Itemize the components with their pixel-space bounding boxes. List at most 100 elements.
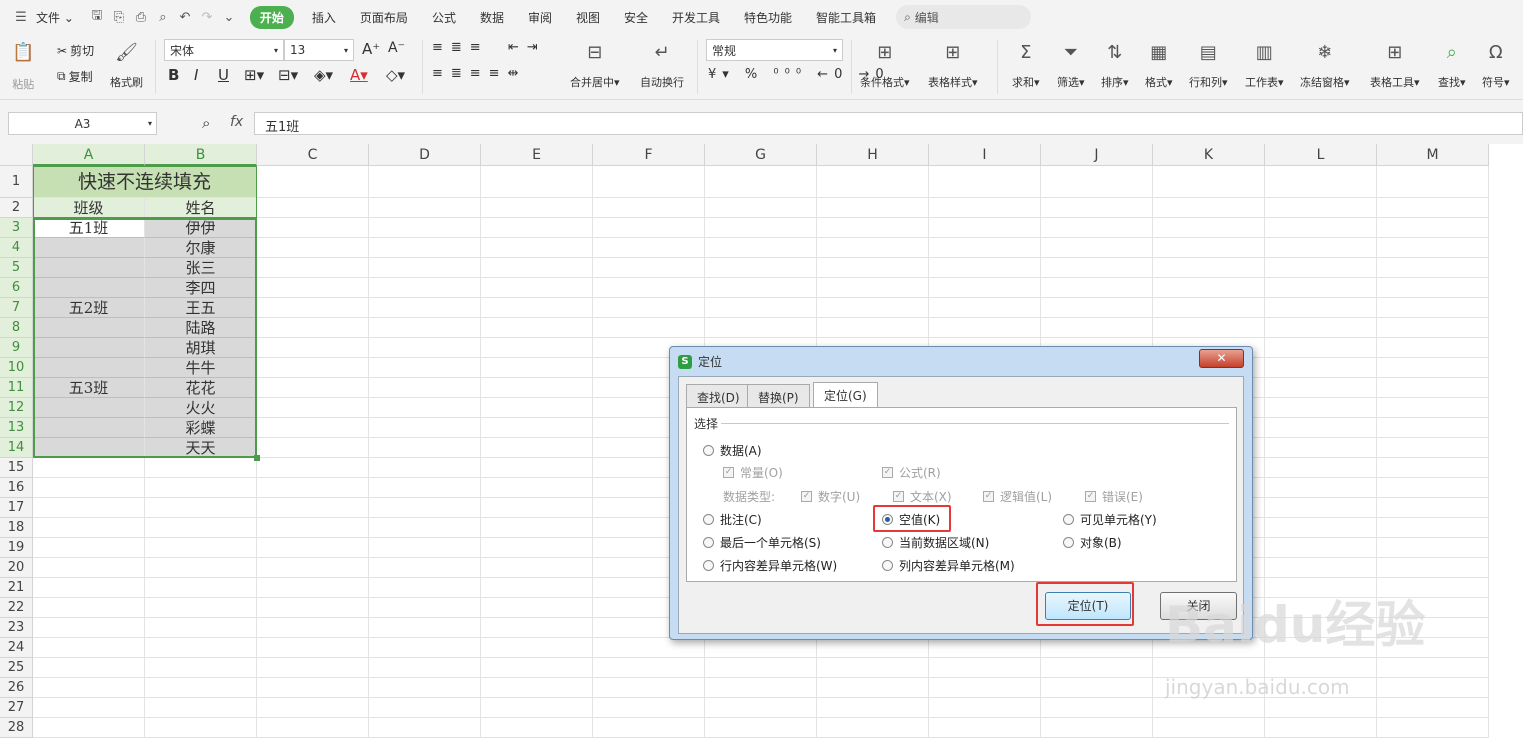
column-header[interactable]: E xyxy=(481,144,593,166)
column-header[interactable]: A xyxy=(33,144,145,166)
cell[interactable] xyxy=(705,218,817,238)
cell[interactable] xyxy=(257,478,369,498)
cell[interactable] xyxy=(257,578,369,598)
cell[interactable] xyxy=(481,358,593,378)
option-data[interactable]: 数据(A) xyxy=(703,442,762,459)
cell[interactable] xyxy=(257,298,369,318)
cell[interactable] xyxy=(1041,718,1153,738)
cell[interactable] xyxy=(593,258,705,278)
radio-row-diff[interactable] xyxy=(703,560,714,571)
cell[interactable] xyxy=(1041,198,1153,218)
cell[interactable] xyxy=(33,518,145,538)
cell[interactable] xyxy=(929,698,1041,718)
column-header[interactable]: M xyxy=(1377,144,1489,166)
cell[interactable] xyxy=(481,258,593,278)
print-icon[interactable]: ⎙ xyxy=(130,10,152,25)
cell[interactable] xyxy=(369,578,481,598)
column-header[interactable]: K xyxy=(1153,144,1265,166)
cell[interactable] xyxy=(1153,298,1265,318)
rowcol-button[interactable]: ▤ 行和列▾ xyxy=(1189,40,1228,90)
cell[interactable] xyxy=(481,218,593,238)
class-cell[interactable] xyxy=(33,258,145,278)
cell[interactable] xyxy=(1377,558,1489,578)
cell[interactable] xyxy=(705,318,817,338)
cell[interactable] xyxy=(1153,278,1265,298)
cell[interactable] xyxy=(1265,318,1377,338)
undo-icon[interactable]: ↶ xyxy=(174,10,196,25)
font-color-button[interactable]: A▾ xyxy=(350,66,368,84)
cell[interactable] xyxy=(705,298,817,318)
tab-9[interactable]: 开发工具 xyxy=(660,9,732,26)
row-header[interactable]: 1 xyxy=(0,166,33,198)
cell[interactable] xyxy=(1265,378,1377,398)
format-painter-button[interactable]: 🖌 格式刷 xyxy=(110,40,143,90)
radio-comment[interactable] xyxy=(703,514,714,525)
cell[interactable] xyxy=(1041,166,1153,198)
cell[interactable] xyxy=(705,678,817,698)
cell[interactable] xyxy=(705,658,817,678)
option-row-diff[interactable]: 行内容差异单元格(W) xyxy=(703,557,837,574)
cell[interactable] xyxy=(929,166,1041,198)
cell[interactable] xyxy=(257,598,369,618)
cell[interactable] xyxy=(1265,238,1377,258)
cell[interactable] xyxy=(257,418,369,438)
cell[interactable] xyxy=(817,166,929,198)
cell[interactable] xyxy=(481,418,593,438)
tab-3[interactable]: 页面布局 xyxy=(348,9,420,26)
cell[interactable] xyxy=(817,698,929,718)
class-cell[interactable] xyxy=(33,418,145,438)
customize-icon[interactable]: ⌄ xyxy=(218,10,240,25)
bold-button[interactable]: B xyxy=(168,66,179,84)
cell[interactable] xyxy=(1377,358,1489,378)
cell[interactable] xyxy=(593,658,705,678)
cell[interactable] xyxy=(257,538,369,558)
cell[interactable] xyxy=(1377,238,1489,258)
cell[interactable] xyxy=(481,318,593,338)
tab-8[interactable]: 安全 xyxy=(612,9,660,26)
cell-style-button[interactable]: ⊟▾ xyxy=(278,66,298,84)
cell[interactable] xyxy=(481,398,593,418)
cell[interactable] xyxy=(1265,438,1377,458)
row-header[interactable]: 20 xyxy=(0,558,33,578)
class-cell[interactable] xyxy=(33,338,145,358)
cell[interactable] xyxy=(33,718,145,738)
cell[interactable] xyxy=(1153,258,1265,278)
cell[interactable] xyxy=(817,718,929,738)
cell[interactable] xyxy=(369,558,481,578)
row-header[interactable]: 3 xyxy=(0,218,33,238)
class-cell[interactable] xyxy=(33,358,145,378)
cell[interactable] xyxy=(481,378,593,398)
cell[interactable] xyxy=(1377,418,1489,438)
clear-button[interactable]: ◇▾ xyxy=(386,66,405,84)
cell[interactable] xyxy=(481,338,593,358)
font-size-select[interactable]: 13 ▾ xyxy=(284,39,354,61)
cell[interactable] xyxy=(369,498,481,518)
paste-button[interactable]: 📋 粘贴 xyxy=(12,40,34,92)
column-header[interactable]: B xyxy=(145,144,257,166)
cell[interactable] xyxy=(1153,166,1265,198)
name-cell[interactable]: 彩蝶 xyxy=(145,418,257,438)
cell[interactable] xyxy=(1377,458,1489,478)
row-header[interactable]: 2 xyxy=(0,198,33,218)
cell[interactable] xyxy=(593,318,705,338)
name-cell[interactable]: 天天 xyxy=(145,438,257,458)
cell[interactable] xyxy=(1041,298,1153,318)
cell[interactable] xyxy=(481,498,593,518)
cell[interactable] xyxy=(369,318,481,338)
cell[interactable] xyxy=(593,166,705,198)
option-region[interactable]: 当前数据区域(N) xyxy=(882,534,989,551)
cell[interactable] xyxy=(369,458,481,478)
cell[interactable] xyxy=(1377,298,1489,318)
vertical-align-buttons[interactable]: ≡≣≡ xyxy=(432,40,489,55)
cut-button[interactable]: ✂ 剪切 xyxy=(57,42,94,59)
row-header[interactable]: 10 xyxy=(0,358,33,378)
cell[interactable] xyxy=(1153,218,1265,238)
cell[interactable] xyxy=(481,578,593,598)
cell[interactable] xyxy=(1041,238,1153,258)
save-icon[interactable]: 🖫 xyxy=(86,6,108,28)
cell[interactable] xyxy=(33,618,145,638)
cell[interactable] xyxy=(1153,718,1265,738)
cell[interactable] xyxy=(593,718,705,738)
cell[interactable] xyxy=(1265,698,1377,718)
cell[interactable] xyxy=(369,518,481,538)
